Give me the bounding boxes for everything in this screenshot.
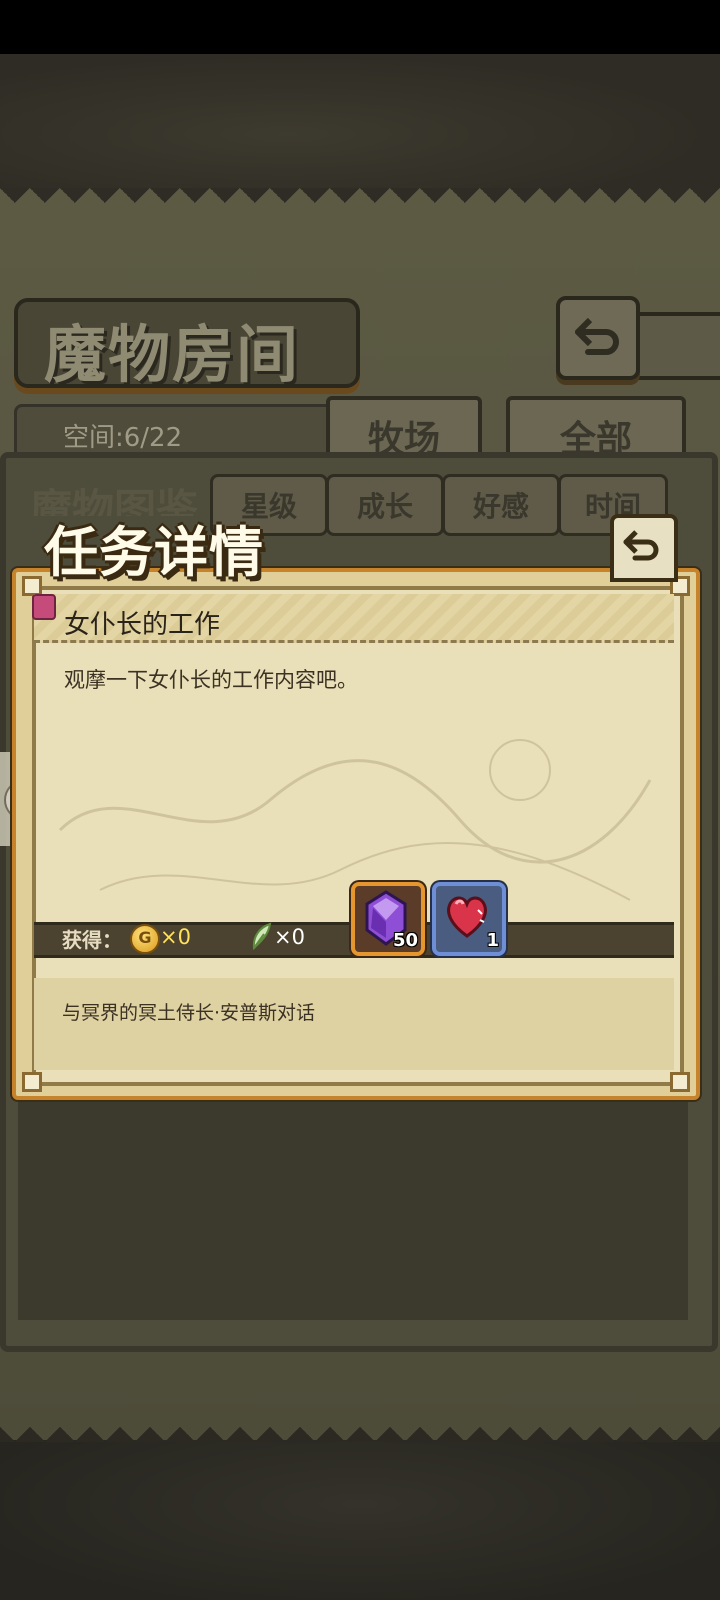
reward-item-quantity: 1	[486, 930, 499, 951]
filter-growth[interactable]: 成长	[326, 474, 444, 536]
return-icon	[575, 317, 619, 355]
monster-room-title: 魔物房间	[44, 318, 301, 391]
reward-item-heart[interactable]: 1	[432, 882, 506, 956]
reward-item-crystal[interactable]: 50	[351, 882, 425, 956]
background-top	[0, 54, 720, 188]
corner-ornament	[22, 576, 42, 596]
feather-amount: ×0	[274, 925, 305, 949]
reward-label: 获得：	[62, 928, 122, 952]
quest-description: 观摩一下女仆长的工作内容吧。	[64, 668, 358, 692]
red-heart-shard-icon	[447, 896, 487, 938]
coin-amount: ×0	[160, 925, 191, 949]
background-bottom	[0, 1440, 720, 1600]
monster-room-title-plate: 魔物房间	[14, 298, 360, 391]
dialog-close-button[interactable]	[610, 514, 678, 582]
space-label: 空间:6/22	[63, 423, 183, 453]
room-back-button[interactable]	[556, 296, 640, 380]
corner-ornament	[22, 1072, 42, 1092]
return-icon	[623, 530, 659, 561]
quest-name: 女仆长的工作	[64, 610, 221, 640]
filter-growth-label: 成长	[356, 490, 413, 523]
room-header-tail	[632, 312, 720, 380]
reward-item-quantity: 50	[392, 930, 418, 951]
feather-icon	[252, 922, 272, 950]
corner-ornament	[670, 1072, 690, 1092]
panel-bottom-edge	[0, 1412, 720, 1442]
dialog-title: 任务详情	[44, 521, 264, 584]
monster-list-area	[18, 1096, 688, 1320]
quest-type-badge-icon	[32, 594, 56, 620]
status-bar	[0, 0, 720, 54]
gold-coin-icon: G	[130, 924, 160, 954]
quest-objective: 与冥界的冥土侍长·安普斯对话	[62, 1002, 316, 1024]
filter-affection[interactable]: 好感	[442, 474, 560, 536]
filter-affection-label: 好感	[472, 490, 529, 523]
panel-top-edge	[0, 188, 720, 218]
